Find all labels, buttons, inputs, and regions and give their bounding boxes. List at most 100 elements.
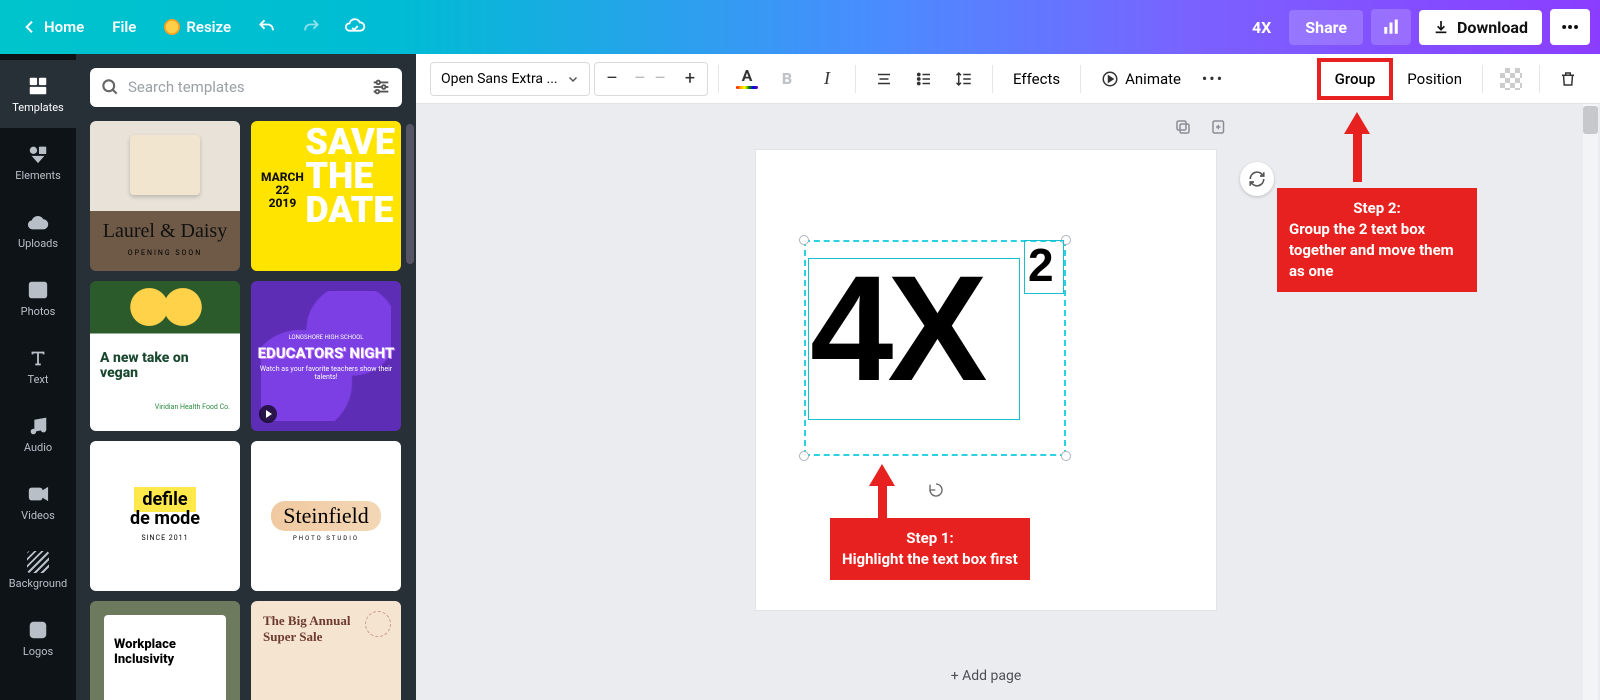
ellipsis-icon: ••• <box>1202 69 1224 88</box>
selection-handle[interactable] <box>1061 451 1071 461</box>
background-icon <box>27 551 49 573</box>
search-input[interactable] <box>128 78 362 96</box>
share-button[interactable]: Share <box>1289 10 1363 45</box>
thumb-title: EDUCATORS' NIGHT <box>258 345 395 362</box>
thumb-sub: Watch as your favorite teachers show the… <box>251 365 401 381</box>
download-button[interactable]: Download <box>1419 10 1542 45</box>
group-button[interactable]: Group <box>1317 58 1394 100</box>
template-grid: Laurel & Daisy OPENING SOON SAVE THE DAT… <box>90 121 408 700</box>
font-size-increase[interactable]: + <box>673 63 707 95</box>
rail-uploads[interactable]: Uploads <box>0 196 76 264</box>
editor: Open Sans Extra ... – – – + A B I <box>416 54 1600 700</box>
thumb-pre: LONGSHORE HIGH SCHOOL <box>288 334 363 341</box>
rail-text[interactable]: Text <box>0 332 76 400</box>
effects-button[interactable]: Effects <box>1003 62 1070 96</box>
resize-button[interactable]: Resize <box>152 10 243 44</box>
scroll-thumb[interactable] <box>406 124 414 264</box>
filter-icon[interactable] <box>370 76 392 98</box>
home-label: Home <box>44 18 84 36</box>
selection-handle[interactable] <box>799 451 809 461</box>
rail-templates[interactable]: Templates <box>0 60 76 128</box>
rail-videos[interactable]: Videos <box>0 468 76 536</box>
uploads-icon <box>27 211 49 233</box>
zoom-indicator[interactable]: 4X <box>1242 10 1281 45</box>
template-thumb[interactable]: Laurel & Daisy OPENING SOON <box>90 121 240 271</box>
scroll-thumb[interactable] <box>1583 106 1598 134</box>
animate-icon <box>1101 70 1119 88</box>
rail-label: Background <box>9 577 67 590</box>
main: Templates Elements Uploads Photos Text A… <box>0 54 1600 700</box>
add-page-bar[interactable]: + Add page <box>756 660 1216 692</box>
add-page-button[interactable] <box>1208 116 1230 138</box>
list-icon <box>915 70 933 88</box>
font-size-decrease[interactable]: – <box>595 63 629 95</box>
arrow-head-icon <box>869 464 895 486</box>
rail-label: Text <box>28 373 49 386</box>
redo-button[interactable] <box>291 7 331 47</box>
add-page-label: + Add page <box>951 668 1022 684</box>
file-label: File <box>112 18 136 36</box>
font-size-value[interactable]: – – <box>629 63 673 95</box>
template-thumb[interactable]: SAVE THE DATE MARCH 22 2019 <box>251 121 401 271</box>
rail-logos[interactable]: CO. Logos <box>0 604 76 672</box>
delete-button[interactable] <box>1550 62 1586 96</box>
duplicate-page-button[interactable] <box>1172 116 1194 138</box>
copy-icon <box>1174 118 1192 136</box>
template-thumb[interactable]: The Big Annual Super Sale <box>251 601 401 700</box>
template-thumb[interactable]: Steinfield PHOTO STUDIO <box>251 441 401 591</box>
panel-scrollbar[interactable] <box>406 124 414 692</box>
cloud-sync-button[interactable] <box>335 7 375 47</box>
rail-label: Photos <box>21 305 56 318</box>
rotate-handle[interactable] <box>926 480 946 500</box>
anno-body: Highlight the text box first <box>842 549 1018 570</box>
template-thumb[interactable]: defilede mode SINCE 2011 <box>90 441 240 591</box>
chevron-left-icon <box>22 19 38 35</box>
animate-label: Animate <box>1125 70 1181 88</box>
toolbar-more-button[interactable]: ••• <box>1195 62 1231 96</box>
font-family-select[interactable]: Open Sans Extra ... <box>430 62 590 96</box>
rail-background[interactable]: Background <box>0 536 76 604</box>
rail-elements[interactable]: Elements <box>0 128 76 196</box>
italic-button[interactable]: I <box>809 62 845 96</box>
rail-label: Templates <box>12 101 63 114</box>
align-icon <box>875 70 893 88</box>
position-button[interactable]: Position <box>1397 62 1472 96</box>
annotation-step2: Step 2: Group the 2 text box together an… <box>1277 188 1477 292</box>
chevron-down-icon <box>567 73 579 85</box>
rail-label: Audio <box>24 441 52 454</box>
regenerate-button[interactable] <box>1240 162 1274 196</box>
selection-handle[interactable] <box>799 235 809 245</box>
bold-button[interactable]: B <box>769 62 805 96</box>
annotation-arrow <box>869 464 895 520</box>
list-button[interactable] <box>906 62 942 96</box>
template-thumb[interactable]: A new take on vegan Viridian Health Food… <box>90 281 240 431</box>
elements-icon <box>27 143 49 165</box>
home-button[interactable]: Home <box>10 10 96 44</box>
header-right: 4X Share Download ••• <box>1242 9 1590 45</box>
template-thumb[interactable]: Workplace Inclusivity <box>90 601 240 700</box>
template-thumb[interactable]: LONGSHORE HIGH SCHOOL EDUCATORS' NIGHT W… <box>251 281 401 431</box>
align-button[interactable] <box>866 62 902 96</box>
rail-photos[interactable]: Photos <box>0 264 76 332</box>
animate-button[interactable]: Animate <box>1091 62 1191 96</box>
arrow-shaft <box>1353 134 1362 182</box>
thumb-badge <box>365 611 391 637</box>
canvas-text-main[interactable]: 4X <box>810 242 981 415</box>
insights-button[interactable] <box>1371 9 1411 45</box>
canvas-text-exponent[interactable]: 2 <box>1028 238 1054 292</box>
undo-button[interactable] <box>247 7 287 47</box>
file-menu[interactable]: File <box>100 10 148 44</box>
arrow-shaft <box>878 486 887 520</box>
editor-scrollbar[interactable] <box>1583 104 1598 700</box>
group-label: Group <box>1335 70 1376 88</box>
spacing-button[interactable] <box>946 62 982 96</box>
transparency-button[interactable] <box>1493 62 1529 96</box>
header-more-button[interactable]: ••• <box>1550 9 1590 45</box>
logos-icon: CO. <box>27 619 49 641</box>
crown-icon <box>164 19 180 35</box>
annotation-arrow <box>1344 112 1370 182</box>
rail-label: Logos <box>23 645 53 658</box>
rail-audio[interactable]: Audio <box>0 400 76 468</box>
redo-icon <box>301 17 321 37</box>
text-color-button[interactable]: A <box>729 62 765 96</box>
